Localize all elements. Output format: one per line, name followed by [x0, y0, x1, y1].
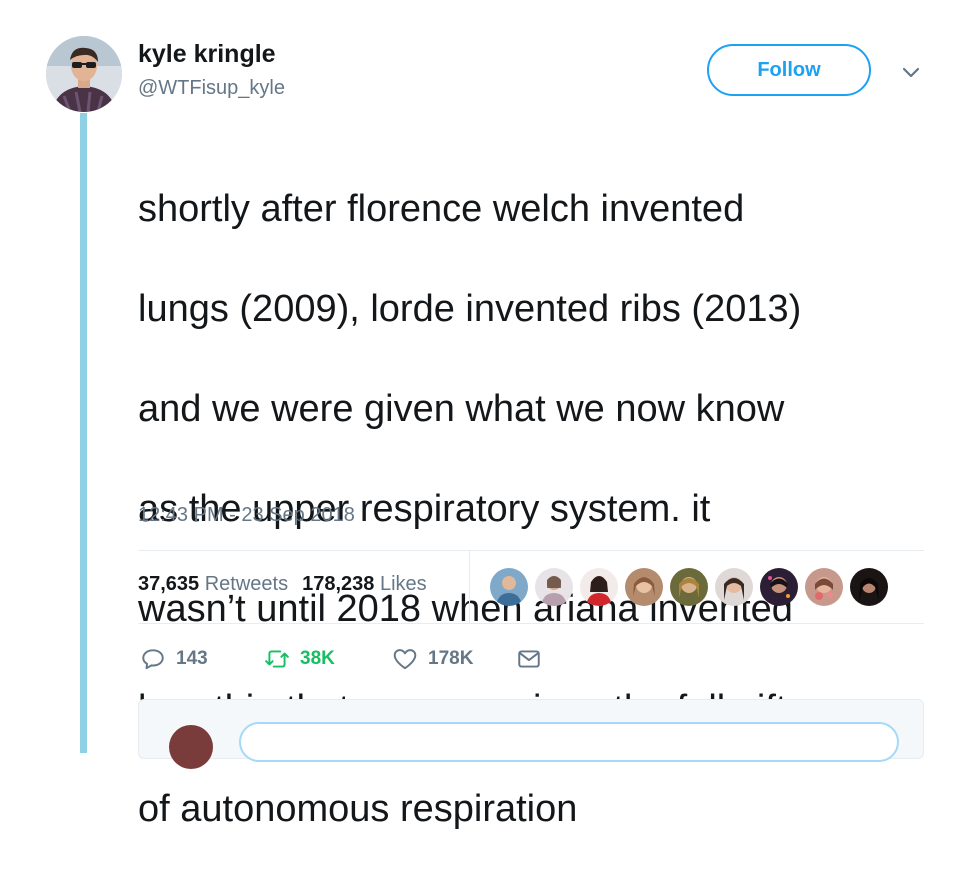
retweet-button[interactable]: 38K [264, 644, 335, 674]
tweet-text-line: lungs (2009), lorde invented ribs (2013) [138, 288, 802, 330]
tweet-text-line: shortly after florence welch invented [138, 188, 745, 230]
heart-icon [393, 649, 417, 670]
liker-avatar[interactable] [670, 568, 708, 606]
divider [138, 550, 924, 551]
stats-separator [469, 551, 470, 623]
reply-button[interactable]: 143 [140, 644, 208, 674]
follow-button[interactable]: Follow [707, 44, 871, 96]
retweets-count: 37,635 [138, 573, 200, 595]
tweet-text-line: of autonomous respiration [138, 788, 578, 830]
retweets-label: Retweets [204, 573, 289, 595]
divider [138, 623, 924, 624]
reply-composer [138, 699, 924, 769]
like-button[interactable]: 178K [392, 644, 473, 674]
reply-count: 143 [176, 648, 208, 669]
current-user-avatar [169, 725, 213, 769]
liker-avatar[interactable] [850, 568, 888, 606]
liker-avatar[interactable] [490, 568, 528, 606]
author-name[interactable]: kyle kringle [138, 40, 276, 69]
thread-line [80, 113, 87, 753]
liker-avatar[interactable] [805, 568, 843, 606]
likes-count: 178,238 [302, 573, 375, 595]
liker-avatar[interactable] [715, 568, 753, 606]
reply-input[interactable] [239, 722, 899, 762]
liker-avatar[interactable] [760, 568, 798, 606]
likes-stat[interactable]: 178,238 Likes [302, 573, 427, 596]
liker-avatar[interactable] [580, 568, 618, 606]
author-avatar-image [46, 36, 122, 112]
envelope-icon [518, 650, 540, 668]
author-avatar[interactable] [46, 36, 122, 112]
retweets-stat[interactable]: 37,635 Retweets [138, 573, 288, 596]
tweet-timestamp[interactable]: 12:43 PM - 23 Sep 2018 [138, 504, 355, 527]
direct-message-button[interactable] [516, 644, 552, 674]
author-handle[interactable]: @WTFisup_kyle [138, 77, 285, 100]
liker-avatar[interactable] [625, 568, 663, 606]
chevron-down-icon[interactable] [899, 60, 923, 84]
tweet-text-line: and we were given what we now know [138, 388, 785, 430]
liker-avatar[interactable] [535, 568, 573, 606]
reply-icon [142, 649, 164, 670]
retweet-count: 38K [300, 648, 335, 669]
like-count: 178K [428, 648, 474, 669]
tweet-stats: 37,635 Retweets 178,238 Likes [138, 573, 441, 596]
likes-label: Likes [379, 573, 427, 595]
retweet-icon [265, 650, 289, 668]
